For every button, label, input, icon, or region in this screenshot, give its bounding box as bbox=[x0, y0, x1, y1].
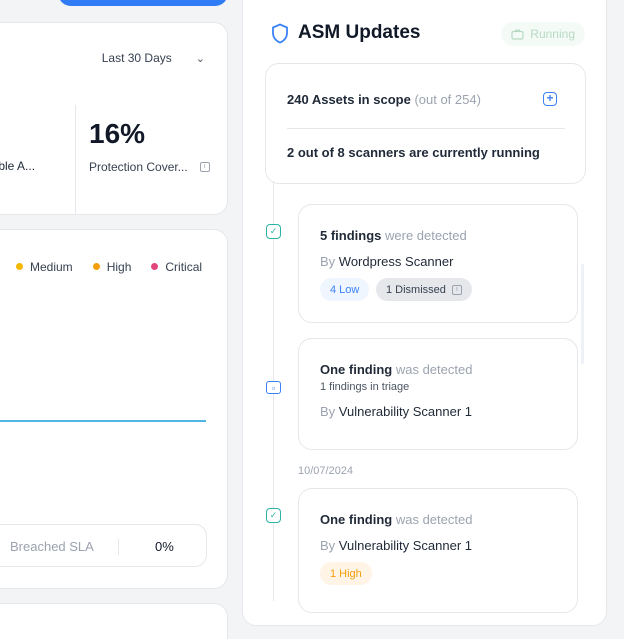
by-prefix: By bbox=[320, 254, 336, 269]
bottom-card bbox=[0, 603, 228, 639]
severity-chart-card: Medium High Critical Breached SLA 0% bbox=[0, 229, 228, 589]
legend-label: Medium bbox=[30, 260, 73, 274]
finding-card[interactable]: One finding was detected By Vulnerabilit… bbox=[298, 488, 578, 613]
finding-scanner: By Vulnerability Scanner 1 bbox=[320, 538, 472, 553]
asm-title: ASM Updates bbox=[271, 22, 420, 44]
protection-coverage-text: Protection Cover... bbox=[89, 160, 188, 174]
badge-text: 4 Low bbox=[330, 283, 360, 296]
finding-card[interactable]: One finding was detected 1 findings in t… bbox=[298, 338, 578, 450]
finding-title: One finding was detected bbox=[320, 512, 472, 527]
chart-legend: Medium High Critical bbox=[16, 260, 202, 274]
date-range-select[interactable]: Last 30 Days ⌄ bbox=[102, 51, 205, 65]
legend-item-critical[interactable]: Critical bbox=[151, 260, 202, 274]
sla-divider bbox=[118, 539, 119, 555]
badge-text: 1 Dismissed bbox=[386, 283, 446, 296]
protection-coverage-value: 16% bbox=[89, 118, 146, 149]
chevron-down-icon: ⌄ bbox=[195, 52, 205, 65]
chart-series-line bbox=[0, 420, 206, 422]
briefcase-icon: ▫ bbox=[266, 381, 281, 394]
low-severity-badge[interactable]: 4 Low bbox=[320, 278, 370, 301]
finding-count: One finding bbox=[320, 362, 393, 377]
scope-divider bbox=[287, 128, 565, 129]
finding-title-rest: was detected bbox=[395, 362, 473, 377]
dismissed-badge[interactable]: 1 Dismissed i bbox=[376, 278, 472, 301]
legend-item-high[interactable]: High bbox=[92, 260, 132, 274]
legend-label: High bbox=[106, 260, 132, 274]
timeline-date: 10/07/2024 bbox=[298, 465, 354, 477]
badge-text: 1 High bbox=[330, 567, 362, 580]
date-range-label: Last 30 Days bbox=[101, 51, 172, 65]
shield-icon bbox=[272, 23, 288, 43]
legend-dot bbox=[16, 263, 23, 271]
legend-dot bbox=[151, 263, 159, 271]
assets-in-scope: 240 Assets in scope (out of 254) bbox=[287, 92, 481, 107]
running-status-text: Running bbox=[530, 27, 575, 41]
asm-updates-card: ASM Updates Running 240 Assets in scope … bbox=[242, 0, 607, 626]
scrollbar-thumb[interactable] bbox=[581, 264, 584, 364]
finding-title-rest: were detected bbox=[385, 228, 467, 243]
by-prefix: By bbox=[320, 538, 336, 553]
running-status-badge: Running bbox=[501, 22, 585, 46]
scanner-name: Vulnerability Scanner 1 bbox=[338, 538, 473, 553]
finding-title-rest: was detected bbox=[395, 512, 473, 527]
finding-scanner: By Wordpress Scanner bbox=[320, 254, 453, 269]
finding-card[interactable]: 5 findings were detected By Wordpress Sc… bbox=[298, 204, 578, 323]
scanners-running-text: 2 out of 8 scanners are currently runnin… bbox=[287, 145, 540, 160]
legend-item-medium[interactable]: Medium bbox=[16, 260, 73, 274]
briefcase-icon bbox=[511, 29, 524, 40]
scanner-name: Vulnerability Scanner 1 bbox=[338, 404, 473, 419]
vulnerable-assets-label: erable A... bbox=[0, 159, 36, 173]
check-square-icon: ✓ bbox=[266, 224, 281, 239]
finding-triage-text: 1 findings in triage bbox=[320, 381, 410, 393]
stats-divider bbox=[75, 105, 76, 215]
legend-dot bbox=[92, 263, 100, 271]
scanner-name: Wordpress Scanner bbox=[338, 254, 454, 269]
finding-scanner: By Vulnerability Scanner 1 bbox=[320, 404, 472, 419]
finding-title: One finding was detected bbox=[320, 362, 472, 377]
check-square-icon: ✓ bbox=[266, 508, 281, 523]
protection-coverage-label: Protection Cover... i bbox=[89, 160, 210, 174]
finding-count: One finding bbox=[320, 512, 393, 527]
stats-card: Last 30 Days ⌄ erable A... 16% Protectio… bbox=[0, 22, 228, 215]
breached-sla-box: Breached SLA 0% bbox=[0, 524, 207, 567]
asm-title-text: ASM Updates bbox=[298, 22, 421, 43]
plus-square-icon[interactable]: + bbox=[543, 92, 557, 106]
assets-total: (out of 254) bbox=[414, 92, 481, 107]
finding-title: 5 findings were detected bbox=[320, 228, 467, 243]
high-severity-badge[interactable]: 1 High bbox=[320, 562, 372, 585]
primary-action-button[interactable] bbox=[58, 0, 228, 6]
info-icon[interactable]: i bbox=[451, 284, 462, 295]
breached-sla-value: 0% bbox=[155, 539, 174, 554]
assets-in-scope-count: 240 Assets in scope bbox=[287, 92, 411, 107]
finding-count: 5 findings bbox=[320, 228, 382, 243]
by-prefix: By bbox=[320, 404, 336, 419]
legend-label: Critical bbox=[165, 260, 203, 274]
scope-summary: 240 Assets in scope (out of 254) + 2 out… bbox=[265, 63, 586, 184]
breached-sla-label: Breached SLA bbox=[10, 539, 94, 554]
info-icon[interactable]: i bbox=[199, 162, 210, 172]
